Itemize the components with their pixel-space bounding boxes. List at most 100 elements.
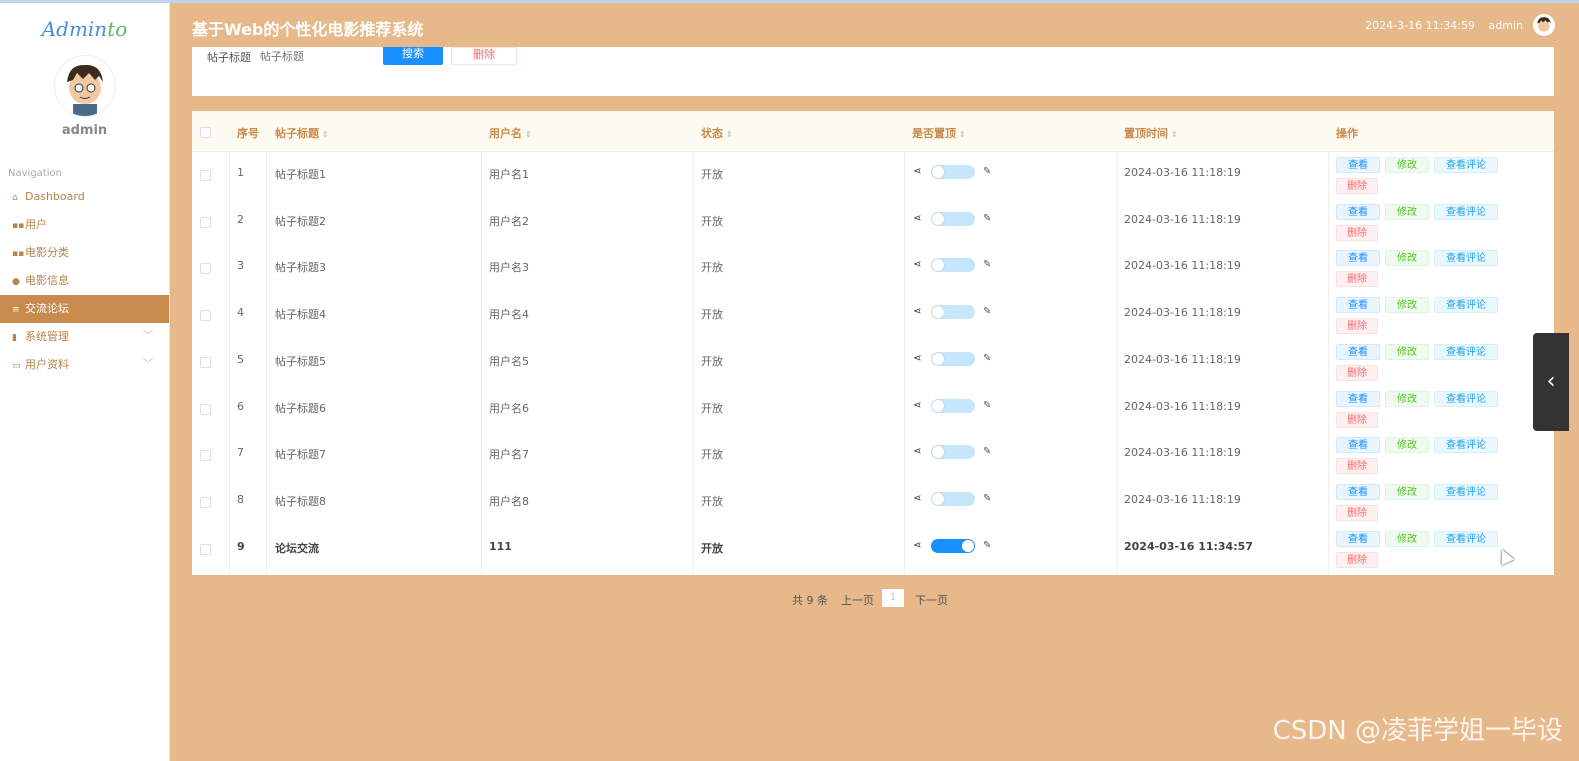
col-title[interactable]: 帖子标题 ⇕ bbox=[275, 125, 329, 141]
share-icon[interactable]: ⋖ bbox=[913, 353, 921, 364]
col-username[interactable]: 用户名 ⇕ bbox=[489, 125, 532, 141]
edit-button[interactable]: 修改 bbox=[1385, 344, 1429, 360]
view-button[interactable]: 查看 bbox=[1336, 204, 1380, 220]
delete-button[interactable]: 删除 bbox=[1336, 271, 1378, 287]
edit-icon[interactable]: ✎ bbox=[983, 446, 991, 457]
view-button[interactable]: 查看 bbox=[1336, 391, 1380, 407]
edit-button[interactable]: 修改 bbox=[1385, 297, 1429, 313]
view-button[interactable]: 查看 bbox=[1336, 531, 1380, 547]
sort-icon[interactable]: ⇕ bbox=[726, 130, 733, 139]
pager-prev[interactable]: 上一页 bbox=[841, 592, 874, 608]
sidebar-item-profile[interactable]: ▭ 用户资料 ﹀ bbox=[0, 351, 169, 379]
edit-button[interactable]: 修改 bbox=[1385, 157, 1429, 173]
view-button[interactable]: 查看 bbox=[1336, 297, 1380, 313]
pinned-toggle[interactable] bbox=[931, 352, 975, 366]
share-icon[interactable]: ⋖ bbox=[913, 259, 921, 270]
delete-button[interactable]: 删除 bbox=[1336, 178, 1378, 194]
pinned-toggle[interactable] bbox=[931, 445, 975, 459]
sort-icon[interactable]: ⇕ bbox=[322, 130, 329, 139]
edit-icon[interactable]: ✎ bbox=[983, 166, 991, 177]
view-comments-button[interactable]: 查看评论 bbox=[1434, 344, 1498, 360]
sidebar-item-movie-info[interactable]: ● 电影信息 bbox=[0, 267, 169, 295]
pinned-toggle[interactable] bbox=[931, 305, 975, 319]
edit-icon[interactable]: ✎ bbox=[983, 213, 991, 224]
view-button[interactable]: 查看 bbox=[1336, 157, 1380, 173]
pinned-toggle[interactable] bbox=[931, 165, 975, 179]
row-checkbox[interactable] bbox=[200, 310, 211, 321]
sidebar-item-users[interactable]: ▪▪用户 bbox=[0, 211, 169, 239]
edit-icon[interactable]: ✎ bbox=[983, 353, 991, 364]
view-comments-button[interactable]: 查看评论 bbox=[1434, 437, 1498, 453]
row-checkbox[interactable] bbox=[200, 263, 211, 274]
pinned-toggle[interactable] bbox=[931, 399, 975, 413]
search-button[interactable]: 搜索 bbox=[383, 47, 443, 65]
edit-button[interactable]: 修改 bbox=[1385, 437, 1429, 453]
view-button[interactable]: 查看 bbox=[1336, 437, 1380, 453]
edit-icon[interactable]: ✎ bbox=[983, 540, 991, 551]
view-comments-button[interactable]: 查看评论 bbox=[1434, 297, 1498, 313]
avatar[interactable] bbox=[53, 55, 116, 117]
edit-icon[interactable]: ✎ bbox=[983, 306, 991, 317]
edit-button[interactable]: 修改 bbox=[1385, 484, 1429, 500]
sidebar-item-dashboard[interactable]: ⌂ Dashboard bbox=[0, 183, 169, 211]
row-checkbox[interactable] bbox=[200, 357, 211, 368]
delete-button[interactable]: 删除 bbox=[1336, 552, 1378, 568]
share-icon[interactable]: ⋖ bbox=[913, 540, 921, 551]
header-username[interactable]: admin bbox=[1489, 19, 1523, 32]
delete-button[interactable]: 删除 bbox=[1336, 318, 1378, 334]
pager-page[interactable]: 1 bbox=[882, 589, 904, 607]
share-icon[interactable]: ⋖ bbox=[913, 166, 921, 177]
edit-button[interactable]: 修改 bbox=[1385, 391, 1429, 407]
search-input[interactable] bbox=[258, 47, 372, 65]
logo[interactable]: Adminto bbox=[0, 17, 169, 41]
delete-button[interactable]: 删除 bbox=[1336, 505, 1378, 521]
delete-button[interactable]: 删除 bbox=[1336, 225, 1378, 241]
share-icon[interactable]: ⋖ bbox=[913, 400, 921, 411]
view-comments-button[interactable]: 查看评论 bbox=[1434, 204, 1498, 220]
col-status[interactable]: 状态 ⇕ bbox=[701, 125, 733, 141]
select-all-checkbox[interactable] bbox=[200, 127, 211, 138]
pinned-toggle[interactable] bbox=[931, 212, 975, 226]
view-comments-button[interactable]: 查看评论 bbox=[1434, 391, 1498, 407]
pinned-toggle[interactable] bbox=[931, 539, 975, 553]
side-toggle-button[interactable]: ‹ bbox=[1533, 333, 1569, 431]
sidebar-item-system[interactable]: ▮ 系统管理 ﹀ bbox=[0, 323, 169, 351]
row-checkbox[interactable] bbox=[200, 544, 211, 555]
view-comments-button[interactable]: 查看评论 bbox=[1434, 531, 1498, 547]
delete-button[interactable]: 删除 bbox=[1336, 412, 1378, 428]
view-comments-button[interactable]: 查看评论 bbox=[1434, 157, 1498, 173]
delete-button[interactable]: 删除 bbox=[1336, 458, 1378, 474]
view-comments-button[interactable]: 查看评论 bbox=[1434, 484, 1498, 500]
sidebar-item-movie-category[interactable]: ▪▪电影分类 bbox=[0, 239, 169, 267]
view-button[interactable]: 查看 bbox=[1336, 484, 1380, 500]
share-icon[interactable]: ⋖ bbox=[913, 213, 921, 224]
view-comments-button[interactable]: 查看评论 bbox=[1434, 250, 1498, 266]
sort-icon[interactable]: ⇕ bbox=[959, 130, 966, 139]
sort-icon[interactable]: ⇕ bbox=[1171, 130, 1178, 139]
row-checkbox[interactable] bbox=[200, 404, 211, 415]
edit-button[interactable]: 修改 bbox=[1385, 531, 1429, 547]
pager-next[interactable]: 下一页 bbox=[915, 592, 948, 608]
header-avatar[interactable] bbox=[1533, 14, 1555, 36]
view-button[interactable]: 查看 bbox=[1336, 250, 1380, 266]
edit-button[interactable]: 修改 bbox=[1385, 204, 1429, 220]
row-checkbox[interactable] bbox=[200, 497, 211, 508]
view-button[interactable]: 查看 bbox=[1336, 344, 1380, 360]
share-icon[interactable]: ⋖ bbox=[913, 306, 921, 317]
pinned-toggle[interactable] bbox=[931, 492, 975, 506]
row-checkbox[interactable] bbox=[200, 170, 211, 181]
batch-delete-button[interactable]: 删除 bbox=[451, 47, 517, 65]
col-pinned[interactable]: 是否置顶 ⇕ bbox=[912, 125, 966, 141]
share-icon[interactable]: ⋖ bbox=[913, 493, 921, 504]
edit-button[interactable]: 修改 bbox=[1385, 250, 1429, 266]
sort-icon[interactable]: ⇕ bbox=[525, 130, 532, 139]
edit-icon[interactable]: ✎ bbox=[983, 400, 991, 411]
share-icon[interactable]: ⋖ bbox=[913, 446, 921, 457]
sidebar-item-forum[interactable]: ≡ 交流论坛 bbox=[0, 295, 169, 323]
row-checkbox[interactable] bbox=[200, 450, 211, 461]
col-pin-time[interactable]: 置顶时间 ⇕ bbox=[1124, 125, 1178, 141]
edit-icon[interactable]: ✎ bbox=[983, 259, 991, 270]
pinned-toggle[interactable] bbox=[931, 258, 975, 272]
delete-button[interactable]: 删除 bbox=[1336, 365, 1378, 381]
row-checkbox[interactable] bbox=[200, 217, 211, 228]
